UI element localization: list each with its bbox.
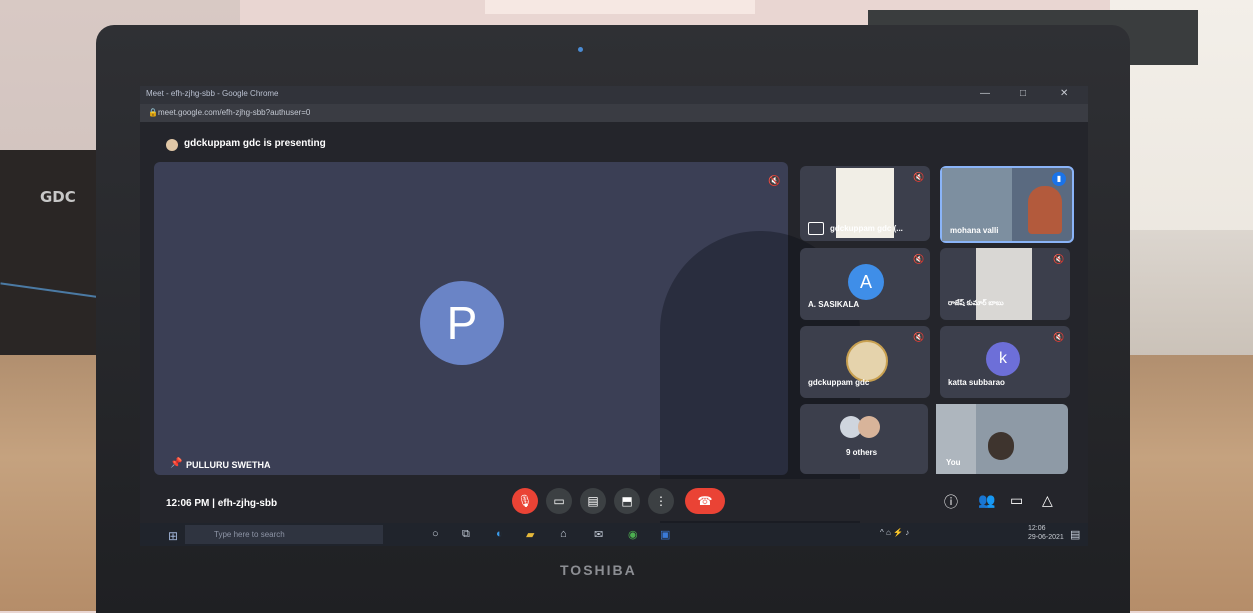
task-view-icon[interactable]: ⧉ [462,528,470,541]
participant-avatar: k [986,342,1020,376]
url-text[interactable]: meet.google.com/efh-zjhg-sbb?authuser=0 [158,108,310,117]
notification-icon[interactable]: ▤ [1070,528,1080,541]
participant-tile[interactable]: రాజేష్ కుమార్ బాబు 🔇 [940,248,1070,320]
others-count: 9 others [846,448,878,457]
mic-off-icon: 🎙 [517,494,533,508]
participant-name: katta subbarao [948,378,1005,387]
mic-off-icon: 🔇 [913,172,925,182]
cortana-icon[interactable]: ○ [432,528,439,540]
laptop-brand: TOSHIBA [560,562,637,578]
desk-right [1120,230,1253,370]
mic-toggle-button[interactable]: 🎙 [512,488,538,514]
speaking-indicator-icon: ▮ [1052,172,1066,186]
captions-icon: ▤ [587,494,599,508]
activities-icon: △ [1042,492,1053,508]
file-explorer-icon[interactable]: ▰ [526,528,534,541]
end-call-icon: ☎ [697,494,713,508]
taskbar-search-placeholder[interactable]: Type here to search [214,530,285,539]
participant-figure [1028,186,1062,234]
present-now-button[interactable]: ⬒ [614,488,640,514]
camera-toggle-button[interactable]: ▭ [546,488,572,514]
leave-call-button[interactable]: ☎ [685,488,725,514]
self-label: You [946,458,961,467]
lock-icon: 🔒 [148,108,158,117]
mail-icon[interactable]: ✉ [594,528,603,541]
word-icon[interactable]: ▣ [660,528,670,541]
participant-name: mohana valli [950,226,999,235]
taskbar-clock-date: 29-06-2021 [1028,534,1064,541]
mic-off-icon: 🔇 [1053,254,1065,264]
minimize-button[interactable]: — [980,88,990,99]
store-icon[interactable]: ⌂ [560,528,567,540]
webcam [578,47,583,52]
mic-off-icon: 🔇 [913,254,925,264]
mic-off-icon: 🔇 [1053,332,1065,342]
people-button[interactable]: 👥 [978,492,995,509]
self-figure [988,432,1014,460]
mic-off-icon: 🔇 [913,332,925,342]
college-logo-avatar [846,340,888,382]
self-view-tile[interactable]: You [936,404,1068,474]
wall-poster [485,0,755,14]
participant-tile[interactable]: k katta subbarao 🔇 [940,326,1070,398]
edge-icon[interactable]: ◐ [496,528,503,540]
laptop-screen: Meet - efh-zjhg-sbb - Google Chrome — □ … [140,86,1088,546]
windows-start-icon[interactable]: ⊞ [168,529,178,543]
chat-icon: ▭ [1010,492,1024,508]
people-icon: 👥 [978,492,996,508]
main-participant-avatar: P [420,281,504,365]
cabinet-label: GDC [40,188,76,206]
participant-tile[interactable]: A A. SASIKALA 🔇 [800,248,930,320]
pin-icon[interactable]: 📌 [170,458,182,469]
mic-off-icon: 🔇 [768,176,781,187]
meeting-details-button[interactable]: ⓘ [944,492,958,512]
meeting-time-and-code: 12:06 PM | efh-zjhg-sbb [166,498,278,509]
participant-name: gdckuppam gdc [808,378,870,387]
present-screen-icon [808,222,824,235]
system-tray-icons[interactable]: ^ ⌂ ⚡ ♪ [880,528,909,537]
close-window-button[interactable]: ✕ [1060,88,1068,99]
taskbar-clock-time: 12:06 [1028,525,1046,532]
participant-avatar: A [848,264,884,300]
chrome-icon[interactable]: ◉ [628,528,638,541]
participant-tile[interactable]: gdckuppam gdc 🔇 [800,326,930,398]
present-screen-icon: ⬒ [621,494,633,508]
camera-icon: ▭ [553,494,565,508]
video-feed [976,248,1032,320]
participant-tile-screen-share[interactable]: gdckuppam gdc (... 🔇 [800,166,930,241]
presenter-avatar-icon [166,139,178,151]
more-options-button[interactable]: ⋮ [648,488,674,514]
info-icon: ⓘ [944,494,958,510]
browser-title: Meet - efh-zjhg-sbb - Google Chrome [146,89,279,98]
participant-name: A. SASIKALA [808,300,860,309]
presenting-banner: gdckuppam gdc is presenting [184,138,326,149]
participant-name: రాజేష్ కుమార్ బాబు [948,300,1004,307]
more-vert-icon: ⋮ [655,494,667,508]
chat-button[interactable]: ▭ [1010,492,1023,509]
participant-name: gdckuppam gdc (... [830,224,903,233]
cabinet [0,150,105,355]
captions-button[interactable]: ▤ [580,488,606,514]
participant-tile-active-speaker[interactable]: mohana valli ▮ [940,166,1074,243]
activities-button[interactable]: △ [1042,492,1053,509]
maximize-button[interactable]: □ [1020,88,1026,99]
main-participant-name: PULLURU SWETHA [186,460,271,470]
others-avatar [858,416,880,438]
browser-titlebar [140,86,1088,104]
participant-tile-others[interactable]: 9 others [800,404,928,474]
